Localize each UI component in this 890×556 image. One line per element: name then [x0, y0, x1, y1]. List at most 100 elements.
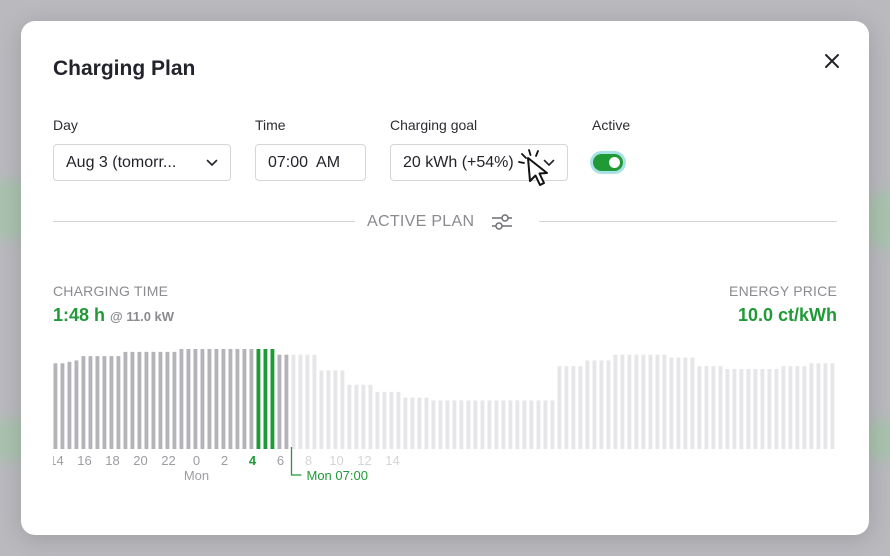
chart-bar-future	[515, 400, 520, 449]
chevron-down-icon	[206, 159, 218, 166]
chart-bar-future	[760, 369, 765, 449]
chart-bar-future	[655, 354, 660, 449]
active-plan-label: ACTIVE PLAN	[367, 213, 475, 230]
chart-bar-future	[494, 400, 499, 449]
divider-right	[539, 221, 837, 222]
chart-bar-future	[781, 366, 786, 449]
chart-bar-past	[200, 349, 205, 449]
chart-bar-future	[550, 400, 555, 449]
day-select[interactable]: Aug 3 (tomorr...	[53, 144, 231, 181]
x-tick-label: 16	[77, 453, 91, 468]
chart-bar-future	[627, 354, 632, 449]
chart-bar-future	[417, 397, 422, 449]
chart-bar-past	[284, 354, 289, 449]
charging-goal-label: Charging goal	[390, 117, 478, 133]
chart-bar-future	[487, 400, 492, 449]
x-tick-label: 20	[133, 453, 147, 468]
now-marker-line	[290, 447, 302, 476]
chart-bar-past	[242, 349, 247, 449]
chart-bar-future	[662, 354, 667, 449]
chart-bar-future	[375, 391, 380, 449]
chart-bar-future	[466, 400, 471, 449]
energy-price-chart: 14 16 18 20 22 0Mon 2 4 6 8 10 12 14 Mon 07:00	[53, 349, 835, 481]
chart-bar-past	[186, 349, 191, 449]
chart-bar-past	[130, 351, 135, 449]
toggle-knob	[609, 157, 620, 168]
chart-bar-future	[410, 397, 415, 449]
chart-bar-future	[557, 366, 562, 449]
charging-plan-modal: Charging Plan Day Aug 3 (tomorr... Time …	[21, 21, 869, 535]
chart-bar-future	[669, 357, 674, 449]
close-icon[interactable]	[823, 52, 841, 70]
chart-bar-charging	[256, 349, 261, 449]
chart-bar-future	[543, 400, 548, 449]
x-tick-label: 22	[161, 453, 175, 468]
chart-bar-future	[403, 397, 408, 449]
chart-bar-future	[445, 400, 450, 449]
time-input[interactable]: 07:00 AM	[255, 144, 366, 181]
chart-bar-future	[361, 384, 366, 449]
chart-bar-future	[305, 354, 310, 449]
charging-power: @ 11.0 kW	[110, 309, 175, 324]
chart-bar-past	[144, 351, 149, 449]
chart-bar-past	[137, 351, 142, 449]
modal-title: Charging Plan	[53, 57, 196, 80]
chart-bar-future	[606, 360, 611, 449]
divider-left	[53, 221, 355, 222]
x-tick-label: 0	[193, 453, 200, 468]
chart-bar-past	[116, 356, 121, 449]
chart-bar-future	[459, 400, 464, 449]
chart-bar-future	[319, 370, 324, 449]
chart-bar-future	[508, 400, 513, 449]
x-tick-label: 10	[329, 453, 343, 468]
chart-bar-future	[795, 366, 800, 449]
active-toggle[interactable]	[593, 154, 623, 171]
chart-bar-future	[774, 369, 779, 449]
chart-bar-future	[690, 357, 695, 449]
chart-bar-future	[522, 400, 527, 449]
chart-bar-future	[767, 369, 772, 449]
chart-bar-future	[753, 369, 758, 449]
x-tick-label: 14	[53, 453, 64, 468]
sliders-icon[interactable]	[491, 213, 513, 231]
chart-bar-past	[179, 349, 184, 449]
chart-bar-past	[60, 363, 65, 449]
chart-bar-future	[438, 400, 443, 449]
chart-bar-future	[501, 400, 506, 449]
chart-bar-future	[816, 363, 821, 449]
chart-bar-future	[333, 370, 338, 449]
x-tick-label: 12	[357, 453, 371, 468]
chart-bar-future	[802, 366, 807, 449]
chart-bar-future	[648, 354, 653, 449]
charging-time-value: 1:48 h @ 11.0 kW	[53, 305, 174, 326]
chart-bar-future	[823, 363, 828, 449]
chart-bar-past	[123, 351, 128, 449]
chart-bar-future	[732, 369, 737, 449]
chart-bar-future	[473, 400, 478, 449]
chart-bar-future	[613, 354, 618, 449]
chart-bar-past	[102, 356, 107, 449]
chart-bar-past	[172, 351, 177, 449]
chart-bar-past	[235, 349, 240, 449]
chart-bar-past	[165, 351, 170, 449]
active-label: Active	[592, 117, 631, 133]
chart-bar-future	[480, 400, 485, 449]
chart-bar-future	[788, 366, 793, 449]
chart-bar-past	[277, 354, 282, 449]
chart-bar-future	[634, 354, 639, 449]
day-label: Day	[53, 117, 78, 133]
chart-bar-future	[704, 366, 709, 449]
chart-bar-future	[697, 366, 702, 449]
chart-bar-past	[81, 356, 86, 449]
chart-bar-future	[536, 400, 541, 449]
chart-bar-future	[291, 354, 296, 449]
charging-time-duration: 1:48 h	[53, 305, 106, 325]
chart-bar-future	[396, 391, 401, 449]
chart-bar-future	[578, 366, 583, 449]
energy-price-value: 10.0 ct/kWh	[737, 305, 837, 325]
chart-bar-past	[214, 349, 219, 449]
chart-bar-past	[221, 349, 226, 449]
energy-price-label: ENERGY PRICE	[729, 283, 837, 299]
x-tick-label: 18	[105, 453, 119, 468]
chart-bar-future	[382, 391, 387, 449]
